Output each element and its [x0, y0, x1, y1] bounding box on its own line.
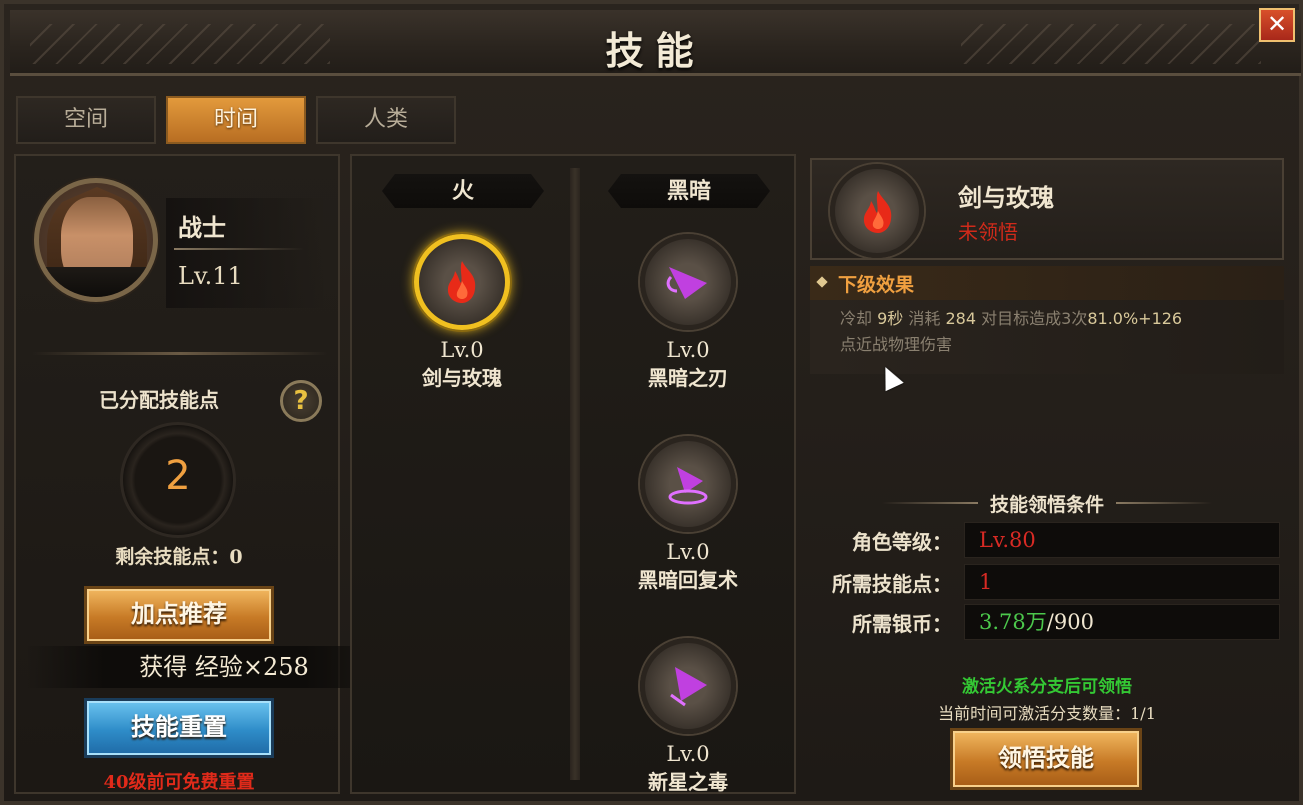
detail-skill-name: 剑与玫瑰	[958, 183, 1054, 212]
branch-count-label: 当前时间可激活分支数量：	[938, 704, 1131, 723]
branch-header-fire: 火	[382, 174, 544, 208]
skill-level: Lv.0	[666, 338, 710, 362]
branch-separator	[570, 168, 580, 780]
skill-name: 黑暗回复术	[638, 568, 738, 592]
skill-orb[interactable]	[414, 234, 510, 330]
skill-tree-panel: 火 黑暗 Lv.0 剑与玫瑰 Lv.0 黑暗之刃 Lv.0 黑暗回复术 Lv.0…	[350, 154, 796, 794]
conditions-title: 技能领悟条件	[989, 494, 1104, 516]
close-button[interactable]: ✕	[1259, 8, 1295, 42]
title-bar: 技能	[10, 10, 1301, 76]
activate-note: 激活火系分支后可领悟	[962, 677, 1132, 697]
avatar-armor	[39, 267, 153, 297]
silver-owned: 3.78万	[979, 610, 1047, 634]
hero-class-name: 战士	[178, 213, 226, 242]
conditions-header: 技能领悟条件	[810, 488, 1284, 518]
avatar	[34, 178, 158, 302]
skill-window: 技能 ✕ 空间 时间 人类 战士 Lv.11 已分配技能点 ? 2 剩余技能点：…	[0, 0, 1303, 805]
tab-space[interactable]: 空间	[16, 96, 156, 144]
dark-blade-icon	[666, 267, 707, 299]
tab-time[interactable]: 时间	[166, 96, 306, 144]
effect-description: 冷却 9秒 消耗 284 对目标造成3次81.0%+126 点近战物理伤害	[810, 300, 1284, 374]
condition-row-silver: 所需银币： 3.78万/900	[810, 604, 1284, 640]
condition-value: Lv.80	[964, 522, 1280, 558]
condition-row-skill-points: 所需技能点： 1	[810, 564, 1284, 600]
cost-label: 消耗	[908, 309, 941, 328]
skill-node-sword-rose[interactable]: Lv.0 剑与玫瑰	[362, 234, 562, 391]
skill-level: Lv.0	[666, 742, 710, 766]
effect-title: 下级效果	[838, 274, 915, 296]
learn-skill-button[interactable]: 领悟技能	[950, 728, 1142, 790]
skill-orb[interactable]	[640, 436, 736, 532]
condition-row-level: 角色等级： Lv.80	[810, 522, 1284, 558]
skill-node-nova-poison[interactable]: Lv.0 新星之毒	[588, 638, 788, 795]
condition-label: 所需技能点：	[832, 572, 952, 596]
effect-desc-prefix: 对目标造成3次	[981, 309, 1088, 328]
skill-name: 黑暗之刃	[648, 366, 728, 390]
tab-human[interactable]: 人类	[316, 96, 456, 144]
skill-node-dark-heal[interactable]: Lv.0 黑暗回复术	[588, 436, 788, 593]
condition-value: 1	[964, 564, 1280, 600]
effect-header: 下级效果	[810, 266, 1284, 300]
fire-icon	[863, 191, 892, 233]
skill-orb[interactable]	[640, 234, 736, 330]
condition-label: 角色等级：	[852, 530, 952, 554]
cost-value: 284	[945, 309, 977, 328]
branch-count: 当前时间可激活分支数量：1/1	[810, 700, 1284, 724]
hero-panel: 战士 Lv.11 已分配技能点 ? 2 剩余技能点：0 加点推荐 获得 经验×2…	[14, 154, 422, 794]
skill-node-dark-blade[interactable]: Lv.0 黑暗之刃	[588, 234, 788, 391]
diamond-bullet-icon	[816, 276, 828, 288]
fire-icon	[447, 261, 476, 303]
effect-desc-suffix: 点近战物理伤害	[840, 335, 953, 354]
cooldown-label: 冷却	[840, 309, 873, 328]
skill-orb[interactable]	[640, 638, 736, 734]
skill-detail-header: 剑与玫瑰 未领悟	[810, 158, 1284, 260]
detail-skill-status: 未领悟	[958, 220, 1018, 244]
allocated-points-ring: 2	[120, 422, 236, 538]
help-icon[interactable]: ?	[280, 380, 322, 422]
section-divider	[32, 352, 328, 355]
nova-poison-icon	[670, 667, 707, 707]
cooldown-value: 9秒	[877, 309, 904, 328]
window-title: 技能	[605, 28, 706, 73]
dark-heal-icon	[668, 467, 708, 505]
skill-level: Lv.0	[440, 338, 484, 362]
allocated-points-value: 2	[165, 453, 191, 499]
skill-name: 新星之毒	[648, 770, 728, 794]
condition-value: 3.78万/900	[964, 604, 1280, 640]
effect-desc-value: 81.0%+126	[1087, 309, 1183, 328]
branch-header-dark: 黑暗	[608, 174, 770, 208]
detail-skill-orb	[830, 164, 924, 258]
remaining-points-text: 剩余技能点：0	[115, 546, 243, 568]
hero-level: Lv.11	[178, 262, 243, 290]
condition-label: 所需银币：	[852, 612, 952, 636]
recommend-button[interactable]: 加点推荐	[84, 586, 274, 644]
reset-note: 40级前可免费重置	[103, 772, 255, 793]
branch-count-value: 1/1	[1130, 704, 1156, 723]
silver-required: /900	[1046, 610, 1094, 634]
reset-button[interactable]: 技能重置	[84, 698, 274, 758]
skill-name: 剑与玫瑰	[422, 366, 502, 390]
skill-level: Lv.0	[666, 540, 710, 564]
hero-divider	[174, 248, 304, 250]
